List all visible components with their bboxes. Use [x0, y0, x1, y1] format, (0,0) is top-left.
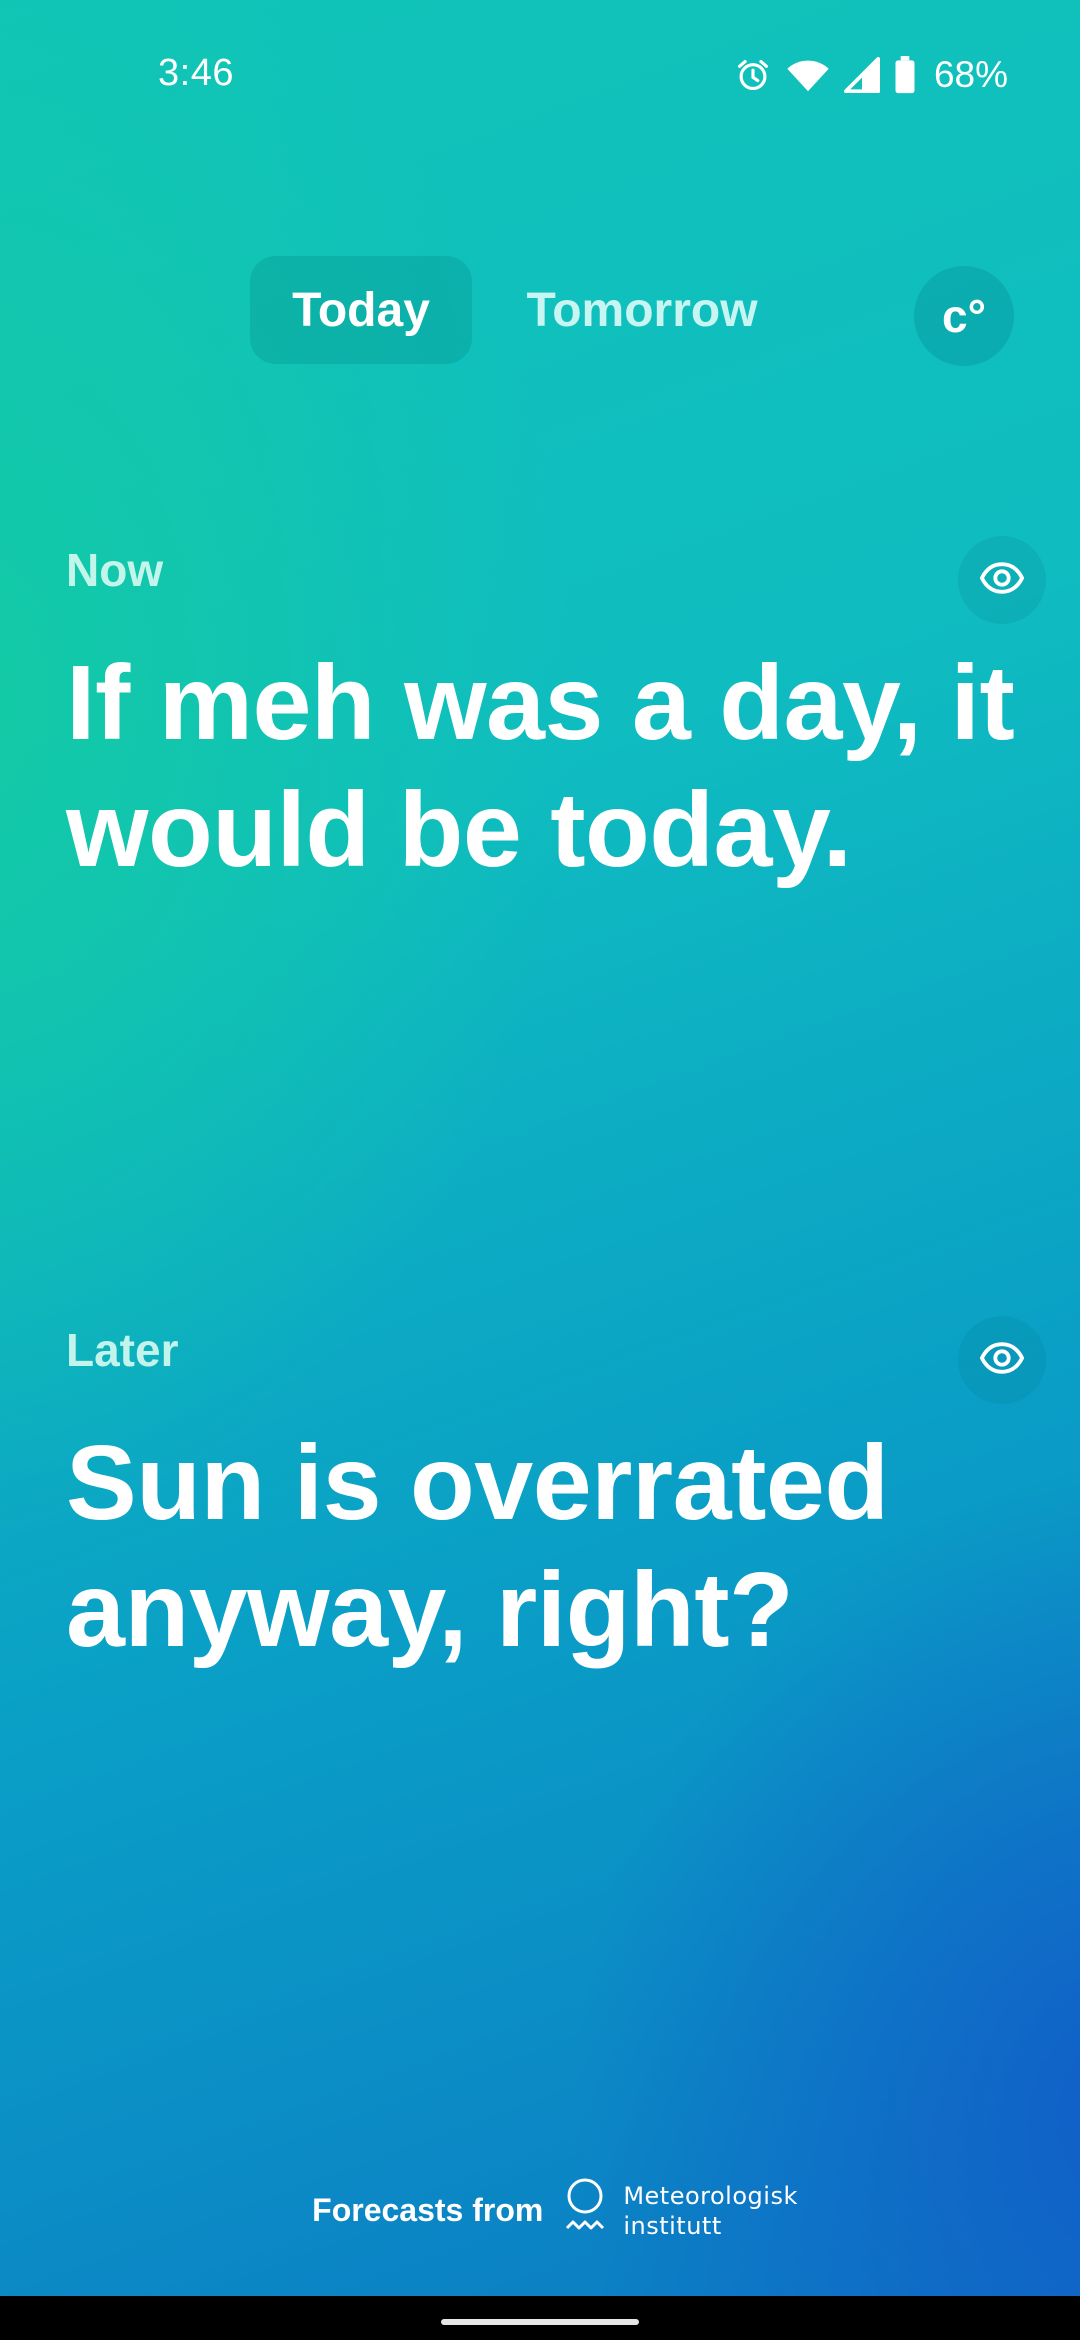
met-logo-text: Meteorologisk institutt [623, 2181, 798, 2241]
later-label: Later [66, 1324, 179, 1376]
later-section: Later Sun is overrated anyway, right? [66, 1316, 1046, 1674]
met-logo-line1: Meteorologisk [623, 2181, 798, 2210]
wifi-icon [786, 57, 830, 93]
met-logo-line2: institutt [623, 2211, 722, 2240]
met-institutt-logo[interactable]: Meteorologisk institutt [565, 2176, 798, 2245]
now-forecast-text: If meh was a day, it would be today. [66, 644, 1015, 889]
tab-today[interactable]: Today [250, 256, 472, 364]
now-label: Now [66, 544, 164, 596]
temperature-unit-button[interactable]: c° [914, 266, 1014, 366]
forecast-attribution: Forecasts from Meteorologisk institutt [0, 2176, 1080, 2245]
later-details-button[interactable] [958, 1316, 1046, 1404]
status-icons: 68% [734, 52, 1008, 98]
eye-icon [979, 1335, 1025, 1386]
tab-tomorrow[interactable]: Tomorrow [512, 256, 772, 364]
status-bar: 3:46 68% [0, 0, 1080, 150]
met-logo-icon [565, 2176, 605, 2245]
home-indicator[interactable] [441, 2319, 639, 2325]
battery-icon [894, 56, 916, 94]
now-details-button[interactable] [958, 536, 1046, 624]
status-time: 3:46 [158, 52, 234, 94]
alarm-icon [734, 56, 772, 94]
battery-percent: 68% [933, 54, 1008, 95]
now-section: Now If meh was a day, it would be today. [66, 536, 1046, 894]
later-forecast-text: Sun is overrated anyway, right? [66, 1424, 889, 1669]
day-tabs: Today Tomorrow [250, 256, 772, 364]
navigation-bar [0, 2296, 1080, 2340]
eye-icon [979, 555, 1025, 606]
signal-icon [843, 57, 880, 93]
footer-label: Forecasts from [312, 2192, 544, 2228]
